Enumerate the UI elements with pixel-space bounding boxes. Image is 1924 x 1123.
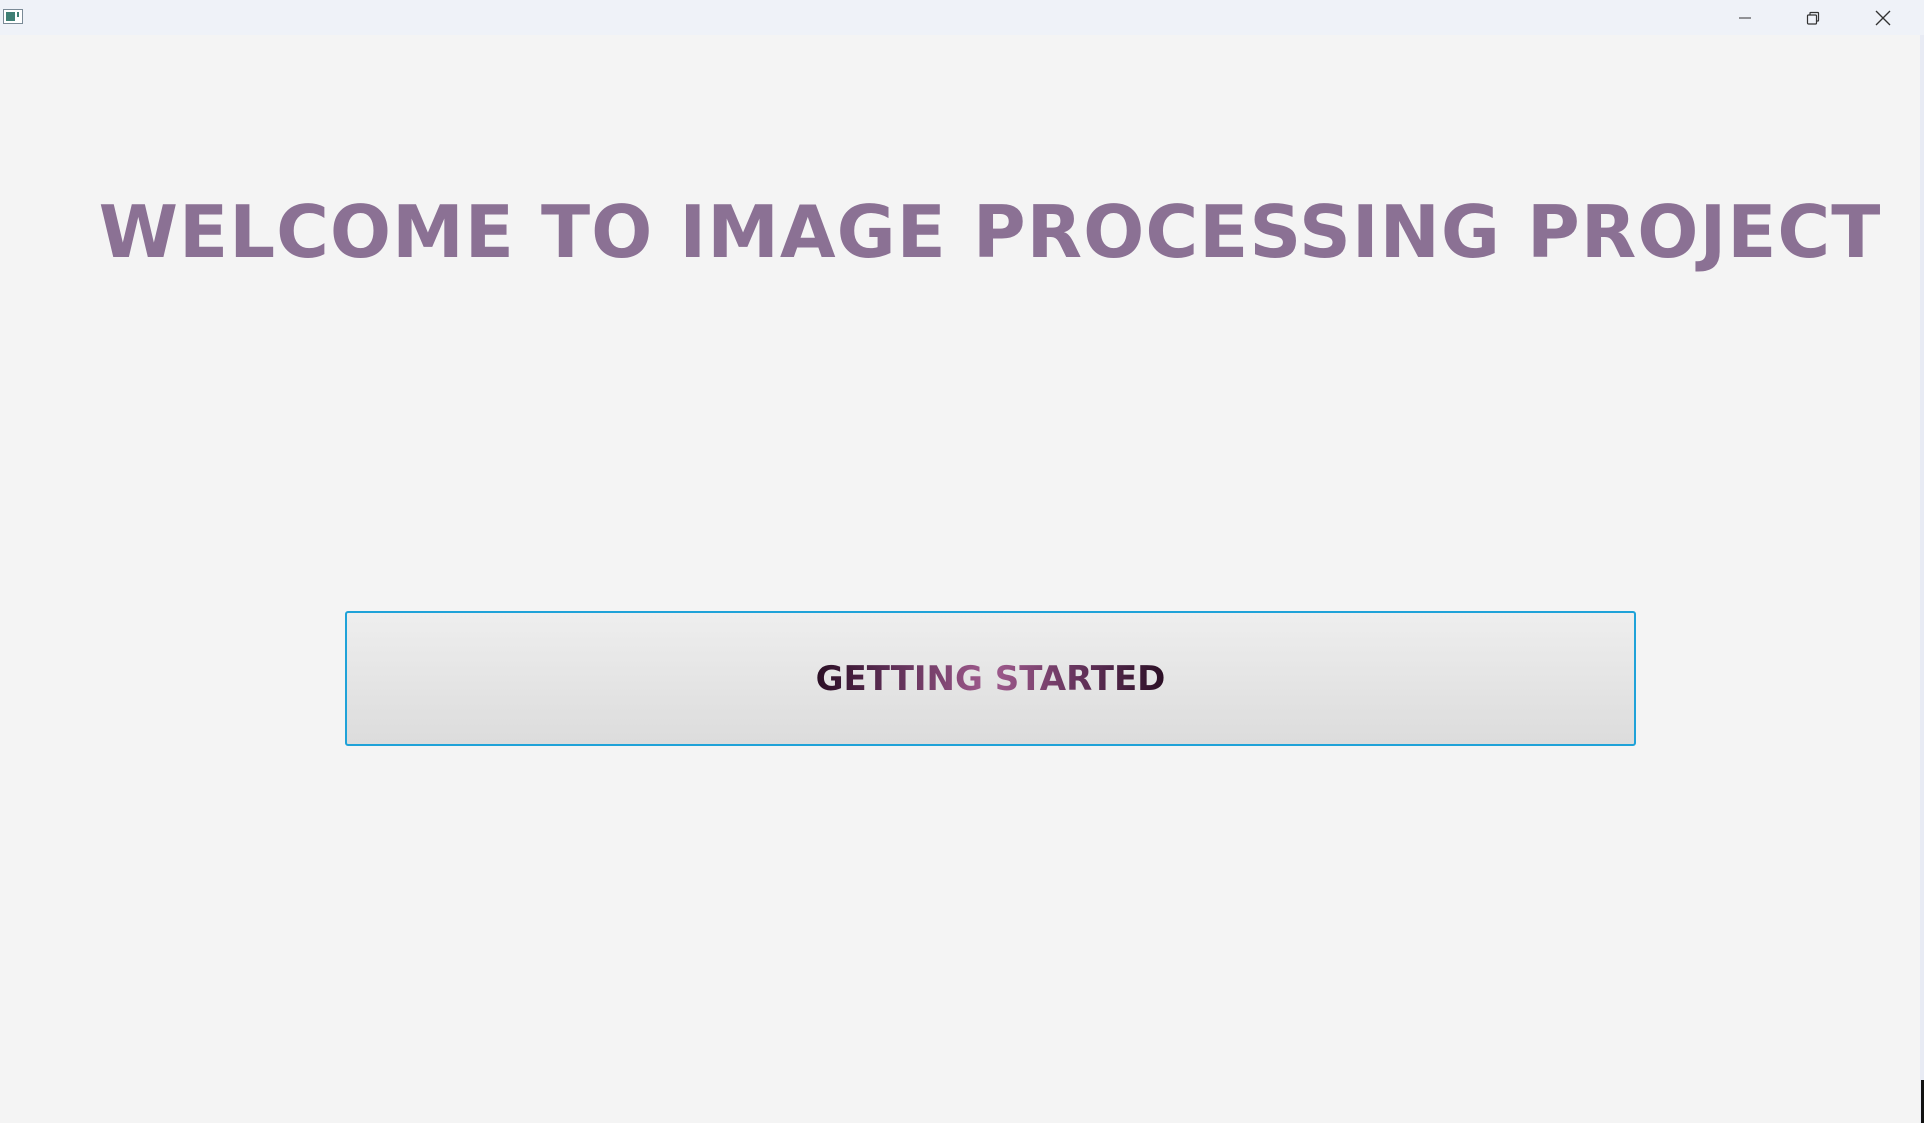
close-icon xyxy=(1875,10,1891,25)
minimize-button[interactable] xyxy=(1710,0,1780,35)
getting-started-button[interactable]: GETTING STARTED xyxy=(345,611,1636,746)
app-window: WELCOME TO IMAGE PROCESSING PROJECT GETT… xyxy=(0,0,1924,1123)
restore-button[interactable] xyxy=(1778,0,1848,35)
minimize-icon xyxy=(1739,17,1751,18)
window-edge xyxy=(1920,35,1924,1123)
app-icon-mark xyxy=(17,12,19,17)
app-window-icon[interactable] xyxy=(3,9,23,24)
restore-icon xyxy=(1806,11,1820,25)
app-icon-pane xyxy=(6,12,15,21)
getting-started-label: GETTING STARTED xyxy=(815,658,1166,699)
title-bar[interactable] xyxy=(0,0,1924,35)
page-title: WELCOME TO IMAGE PROCESSING PROJECT xyxy=(98,190,1882,274)
close-button[interactable] xyxy=(1848,0,1918,35)
